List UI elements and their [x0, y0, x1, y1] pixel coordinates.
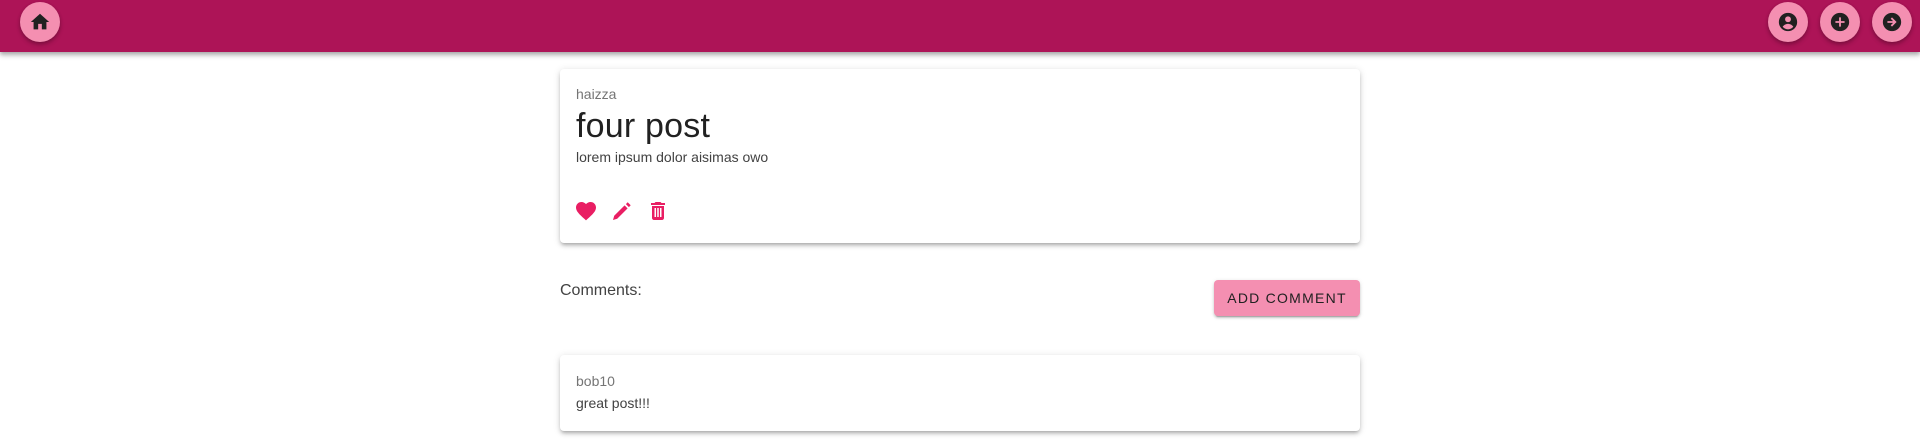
comments-heading: Comments: — [560, 282, 642, 299]
comment-author: bob10 — [576, 373, 615, 389]
arrow-right-circle-icon — [1882, 12, 1902, 32]
comment-card: bob10 great post!!! — [560, 355, 1360, 431]
delete-button[interactable] — [646, 199, 670, 223]
account-circle-icon — [1778, 12, 1798, 32]
heart-icon — [576, 202, 596, 221]
app-bar — [0, 0, 1920, 52]
add-comment-button[interactable]: ADD COMMENT — [1214, 280, 1360, 316]
add-circle-icon — [1830, 12, 1850, 32]
logout-button[interactable] — [1872, 2, 1912, 42]
home-button[interactable] — [20, 2, 60, 42]
trash-icon — [651, 202, 665, 220]
post-author: haizza — [576, 86, 617, 102]
post-card: haizza four post lorem ipsum dolor aisim… — [560, 69, 1360, 243]
edit-button[interactable] — [610, 199, 634, 223]
profile-button[interactable] — [1768, 2, 1808, 42]
like-button[interactable] — [574, 199, 598, 223]
post-actions — [574, 199, 670, 223]
home-icon — [30, 13, 50, 30]
post-title: four post — [576, 107, 711, 145]
add-post-button[interactable] — [1820, 2, 1860, 42]
comment-text: great post!!! — [576, 395, 650, 411]
pencil-icon — [613, 202, 631, 220]
post-body: lorem ipsum dolor aisimas owo — [576, 149, 769, 165]
